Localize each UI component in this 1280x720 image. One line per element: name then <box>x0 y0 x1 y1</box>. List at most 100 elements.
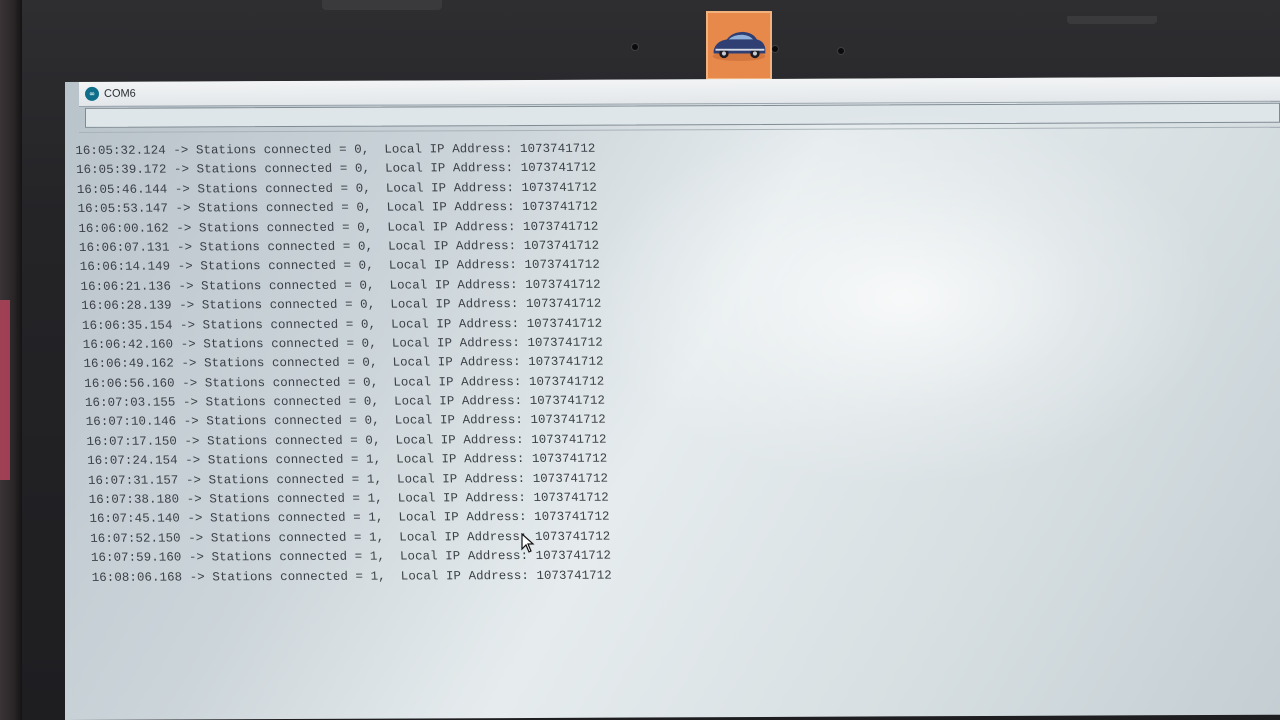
line-arrow: -> <box>181 356 197 371</box>
line-arrow: -> <box>175 201 191 216</box>
line-arrow: -> <box>173 143 189 158</box>
serial-output-line: 16:08:06.168 -> Stations connected = 1, … <box>91 564 1192 588</box>
line-label: Stations connected <box>202 317 339 332</box>
line-arrow: -> <box>186 492 203 507</box>
line-station-count: 1, <box>365 452 382 467</box>
line-arrow: -> <box>179 298 195 313</box>
line-ip-label: Local IP Address: <box>387 219 516 235</box>
line-arrow: -> <box>182 376 198 391</box>
line-station-count: 0, <box>354 162 371 177</box>
line-ip-label: Local IP Address: <box>391 335 521 351</box>
line-equals: = <box>341 220 350 235</box>
window-title: COM6 <box>104 87 136 100</box>
line-ip-label: Local IP Address: <box>386 200 516 215</box>
send-input[interactable] <box>86 104 1279 128</box>
line-timestamp: 16:07:03.155 <box>84 395 176 410</box>
line-equals: = <box>340 181 349 196</box>
line-arrow: -> <box>177 259 194 274</box>
line-arrow: -> <box>184 434 200 449</box>
line-station-count: 0, <box>360 317 377 332</box>
line-equals: = <box>348 394 357 409</box>
line-station-count: 0, <box>365 433 381 448</box>
line-station-count: 1, <box>370 569 386 584</box>
line-arrow: -> <box>188 550 205 565</box>
line-timestamp: 16:07:52.150 <box>89 531 181 546</box>
line-label: Stations connected <box>201 297 338 313</box>
line-ip-value: 1073741712 <box>528 374 605 389</box>
desk-edge <box>0 0 22 720</box>
line-ip-value: 1073741712 <box>522 219 599 234</box>
line-station-count: 0, <box>357 239 374 254</box>
line-ip-value: 1073741712 <box>531 451 608 467</box>
line-ip-value: 1073741712 <box>532 471 609 486</box>
line-equals: = <box>355 569 364 584</box>
line-ip-value: 1073741712 <box>530 432 607 447</box>
line-label: Stations connected <box>199 239 336 255</box>
line-equals: = <box>351 472 360 487</box>
line-equals: = <box>344 278 353 293</box>
line-timestamp: 16:05:53.147 <box>77 201 169 217</box>
desk-pink-object <box>0 300 10 480</box>
line-station-count: 0, <box>358 258 375 274</box>
line-ip-label: Local IP Address: <box>396 452 525 467</box>
line-ip-label: Local IP Address: <box>390 297 519 312</box>
line-station-count: 0, <box>361 336 378 351</box>
line-timestamp: 16:05:46.144 <box>76 182 168 197</box>
line-label: Stations connected <box>203 336 340 352</box>
line-ip-label: Local IP Address: <box>392 355 521 370</box>
line-station-count: 1, <box>367 491 383 506</box>
line-arrow: -> <box>176 221 192 236</box>
line-station-count: 0, <box>356 220 373 235</box>
line-station-count: 1, <box>368 511 384 526</box>
line-equals: = <box>349 414 358 429</box>
line-station-count: 0, <box>364 414 381 429</box>
line-timestamp: 16:06:56.160 <box>84 376 175 391</box>
line-ip-label: Local IP Address: <box>385 180 515 196</box>
line-station-count: 0, <box>355 181 372 196</box>
line-timestamp: 16:07:59.160 <box>90 550 182 566</box>
photo-frame: ∞ COM6 16:05:32.124 -> Stations connecte… <box>0 0 1280 720</box>
line-timestamp: 16:08:06.168 <box>91 570 183 585</box>
line-ip-value: 1073741712 <box>525 296 602 312</box>
line-ip-label: Local IP Address: <box>387 238 517 254</box>
line-ip-value: 1073741712 <box>536 568 613 583</box>
line-equals: = <box>339 162 348 177</box>
line-arrow: -> <box>176 240 193 255</box>
line-ip-label: Local IP Address: <box>399 549 529 564</box>
line-ip-label: Local IP Address: <box>398 510 527 525</box>
line-station-count: 0, <box>362 375 379 390</box>
line-timestamp: 16:05:39.172 <box>75 162 167 178</box>
line-label: Stations connected <box>198 220 335 235</box>
line-arrow: -> <box>179 317 196 333</box>
line-arrow: -> <box>173 162 190 177</box>
send-input-box[interactable] <box>85 102 1280 128</box>
line-equals: = <box>343 259 352 274</box>
line-label: Stations connected <box>205 394 342 410</box>
line-equals: = <box>342 239 351 254</box>
line-station-count: 0, <box>359 297 376 312</box>
line-timestamp: 16:06:21.136 <box>80 279 172 294</box>
line-arrow: -> <box>184 453 201 468</box>
line-timestamp: 16:07:31.157 <box>87 473 179 488</box>
line-equals: = <box>346 336 355 351</box>
sensor-dot-icon <box>838 48 844 54</box>
arduino-icon: ∞ <box>85 86 99 101</box>
line-arrow: -> <box>182 395 199 410</box>
line-ip-value: 1073741712 <box>524 258 601 273</box>
line-ip-value: 1073741712 <box>520 161 597 176</box>
line-ip-label: Local IP Address: <box>393 374 522 390</box>
line-ip-value: 1073741712 <box>527 354 604 370</box>
webcam-light-icon <box>772 46 778 52</box>
car-sticker-icon <box>706 11 772 80</box>
line-arrow: -> <box>187 531 204 546</box>
line-arrow: -> <box>183 414 200 429</box>
line-equals: = <box>350 452 359 468</box>
line-label: Stations connected <box>206 414 343 429</box>
line-timestamp: 16:07:10.146 <box>85 414 177 430</box>
webcam-icon <box>632 44 638 50</box>
serial-monitor-titlebar: ∞ COM6 <box>79 76 1280 107</box>
line-station-count: 0, <box>363 394 380 409</box>
line-ip-label: Local IP Address: <box>399 529 528 545</box>
line-timestamp: 16:05:32.124 <box>75 143 167 158</box>
bezel-notch-right <box>1067 16 1157 24</box>
